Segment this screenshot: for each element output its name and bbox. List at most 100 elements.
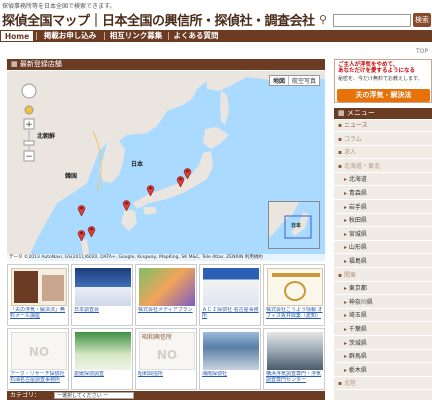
sidebar-item[interactable]: ▸ 東京都 xyxy=(334,283,432,296)
sidebar-item-label: 埼玉県 xyxy=(348,312,367,320)
map-label-north-korea: 北朝鮮 xyxy=(37,133,56,140)
listing-caption[interactable]: 株式会社こうよう情報 オフィス坂井興業（愛知） xyxy=(266,307,324,325)
zoom-control: + − xyxy=(21,83,37,163)
listing-card[interactable]: 横浜浮気調査専門・浮気調査専門センター xyxy=(263,328,325,390)
sidebar-item[interactable]: ▸ 栃木県 xyxy=(334,365,432,377)
listing-thumb[interactable] xyxy=(75,268,131,306)
ad-banner[interactable]: 夫の浮気・解決法 xyxy=(337,89,430,102)
ad-line-3: 秘密を、今だけ無料でお教えします。 xyxy=(338,76,423,82)
sidebar-item[interactable]: ▪ 関東 xyxy=(334,270,432,282)
listing-caption[interactable]: 愛媛探偵調査 xyxy=(74,371,132,389)
listing-thumb[interactable] xyxy=(203,332,259,370)
sidebar-item[interactable]: ▪ 北海道・東北 xyxy=(334,161,432,173)
category-select[interactable]: ー選択してください ー xyxy=(54,392,134,399)
listing-caption[interactable]: ＡＣＩ探偵社 名古屋事務所 xyxy=(202,307,260,325)
search-button[interactable]: 検索 xyxy=(413,13,431,27)
listing-caption[interactable]: 株式会社メディアプラン xyxy=(138,307,196,325)
site-search: ⚲ 検索 xyxy=(319,13,432,30)
overview-map[interactable]: 日本 xyxy=(268,201,320,249)
listing-caption[interactable]: 昭和興信所 xyxy=(138,371,196,389)
listing-caption[interactable]: 湘南探偵社 xyxy=(202,371,260,389)
listing-card[interactable]: 日本調査会 xyxy=(71,264,133,326)
nav-home[interactable]: Home xyxy=(0,30,34,42)
map-label-korea: 韓国 xyxy=(65,173,78,180)
sidebar-item-label: 北陸 xyxy=(343,380,356,388)
sidebar-ad[interactable]: ご主人が浮気をやめて、 あなただけを愛するようになる 秘密を、今だけ無料でお教え… xyxy=(334,59,432,103)
sidebar-item-label: 福島県 xyxy=(348,258,367,265)
sidebar-item[interactable]: ▸ 岩手県 xyxy=(334,202,432,214)
nav-faq[interactable]: よくある質問 xyxy=(170,30,222,42)
sidebar-item-label: 宮城県 xyxy=(348,230,367,238)
sidebar-item[interactable]: ▸ 秋田県 xyxy=(334,215,432,228)
listing-thumb[interactable] xyxy=(75,332,131,370)
site-title[interactable]: 探偵全国マップ｜日本全国の興信所・探偵社・調査会社 xyxy=(2,10,315,29)
sidebar-item[interactable]: ▸ 宮城県 xyxy=(334,229,432,241)
grid-icon: ▦ xyxy=(11,60,18,68)
sidebar-item[interactable]: ▸ 青森県 xyxy=(334,188,432,200)
search-icon: ⚲ xyxy=(319,13,328,26)
map-type-toggle: 地図 航空写真 xyxy=(268,75,320,86)
map-type-satellite[interactable]: 航空写真 xyxy=(289,76,319,85)
listing-card[interactable]: 愛媛探偵調査 xyxy=(71,328,133,390)
listing-caption[interactable]: アーク・リサーチ探偵社 石油名古屋調査事務所 xyxy=(10,371,68,389)
map-type-map[interactable]: 地図 xyxy=(270,76,289,85)
sidebar-item[interactable]: ▸ 福島県 xyxy=(334,256,432,268)
svg-text:+: + xyxy=(25,120,33,130)
sidebar-menu: ▪ ニュース ▪ コラム ▪ 求人 ▪ 北海道・東北 ▸ 北海道 ▸ 青森県 ▸ 岩手県 ▸ … xyxy=(334,120,432,400)
street-view-icon[interactable] xyxy=(24,105,34,115)
sidebar-item[interactable]: ▪ 北陸 xyxy=(334,378,432,391)
category-label: カテゴリ： xyxy=(10,392,41,399)
listing-thumb[interactable] xyxy=(11,268,67,306)
listing-thumb[interactable] xyxy=(267,268,323,306)
google-map[interactable]: 地図 航空写真 + − 北朝鮮 韓国 日本 日本 データ ©2013 AutoN… xyxy=(7,71,325,261)
nav-mutual-links[interactable]: 相互リンク募集 xyxy=(106,30,166,42)
sidebar-item[interactable]: ▪ 求人 xyxy=(334,147,432,160)
main-nav: Home 掲載お申し込み 相互リンク募集 よくある質問 xyxy=(0,30,432,42)
listing-card[interactable]: NO PHOTO アーク・リサーチ探偵社 石油名古屋調査事務所 xyxy=(7,328,69,390)
sidebar-item[interactable]: ▪ コラム xyxy=(334,134,432,146)
book-cover-image xyxy=(14,271,38,303)
listing-caption[interactable]: 横浜浮気調査専門・浮気調査専門センター xyxy=(266,371,324,389)
korea-land xyxy=(99,141,125,183)
nav-apply[interactable]: 掲載お申し込み xyxy=(38,30,102,42)
sidebar-item[interactable]: ▸ 群馬県 xyxy=(334,351,432,364)
map-pin-icon[interactable] xyxy=(122,199,131,211)
zoom-handle[interactable] xyxy=(23,140,35,146)
panel-title: 最新登録店舗 xyxy=(19,60,62,68)
sidebar-item[interactable]: ▸ 茨城県 xyxy=(334,338,432,350)
sidebar-item[interactable]: ▸ 山形県 xyxy=(334,242,432,255)
map-pin-icon[interactable] xyxy=(87,225,96,237)
sidebar-item[interactable]: ▸ 千葉県 xyxy=(334,324,432,336)
sidebar-item[interactable]: ▪ ニュース xyxy=(334,120,432,132)
listing-thumb[interactable] xyxy=(203,268,259,306)
no-photo-placeholder[interactable]: NO PHOTO xyxy=(11,332,67,370)
listing-thumb[interactable] xyxy=(267,332,323,370)
listing-card[interactable]: 「夫の浮気・解決法」無料メール講座 xyxy=(7,264,69,326)
sidebar-item-label: 岩手県 xyxy=(348,203,367,211)
listing-card[interactable]: 昭和興信所 NO PHOTO 昭和興信所 xyxy=(135,328,197,390)
top-link[interactable]: TOP xyxy=(416,48,428,55)
sidebar-item[interactable]: ▸ 神奈川県 xyxy=(334,297,432,309)
sidebar-item[interactable]: ▸ 埼玉県 xyxy=(334,310,432,323)
map-pin-icon[interactable] xyxy=(77,229,86,241)
listing-card[interactable]: 株式会社こうよう情報 オフィス坂井興業（愛知） xyxy=(263,264,325,326)
ad-line-2: あなただけを愛するようになる xyxy=(338,68,416,74)
listing-caption[interactable]: 「夫の浮気・解決法」無料メール講座 xyxy=(10,307,68,325)
listing-thumb[interactable] xyxy=(139,268,195,306)
map-pin-icon[interactable] xyxy=(176,175,185,187)
honshu-land xyxy=(133,151,213,209)
listing-card[interactable]: ＡＣＩ探偵社 名古屋事務所 xyxy=(199,264,261,326)
sidebar-item[interactable]: ▸ 北海道 xyxy=(334,174,432,187)
map-pin-icon[interactable] xyxy=(77,204,86,216)
search-input[interactable] xyxy=(333,14,411,27)
menu-icon: ▦ xyxy=(338,109,345,117)
no-photo-placeholder[interactable]: 昭和興信所 NO PHOTO xyxy=(139,332,195,370)
pan-control-icon[interactable] xyxy=(21,83,37,99)
zoom-slider[interactable] xyxy=(28,130,30,150)
menu-title: メニュー xyxy=(346,109,375,117)
listing-card[interactable]: 湘南探偵社 xyxy=(199,328,261,390)
sidebar-item-label: 群馬県 xyxy=(348,353,367,361)
listing-card[interactable]: 株式会社メディアプラン xyxy=(135,264,197,326)
map-pin-icon[interactable] xyxy=(146,184,155,196)
listing-caption[interactable]: 日本調査会 xyxy=(74,307,132,325)
